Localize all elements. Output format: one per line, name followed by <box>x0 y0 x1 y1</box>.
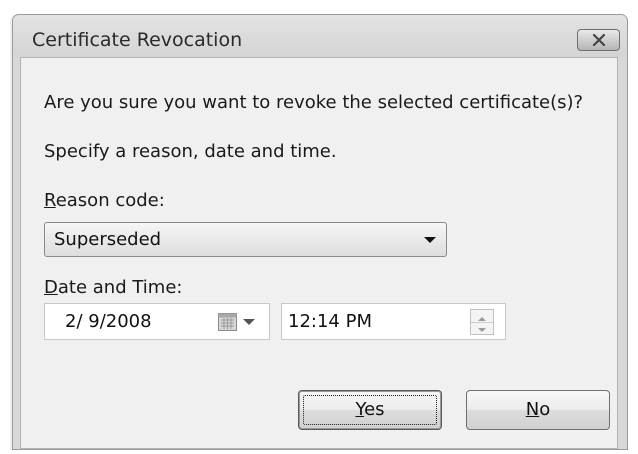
no-label: o <box>539 399 551 420</box>
chevron-down-icon <box>424 237 436 243</box>
reason-code-label: Reason code: <box>44 190 165 211</box>
date-value: 2/ 9/2008 <box>65 311 152 332</box>
spin-down-arrow-icon <box>478 328 486 332</box>
window-title: Certificate Revocation <box>32 29 243 51</box>
yes-button[interactable]: Yes <box>298 390 442 430</box>
date-picker[interactable]: 2/ 9/2008 <box>44 303 270 340</box>
close-icon <box>592 34 606 46</box>
calendar-dropdown-button[interactable] <box>217 312 265 332</box>
no-accelerator: N <box>525 399 540 420</box>
instruction-text: Specify a reason, date and time. <box>44 141 337 162</box>
focus-rectangle <box>303 395 437 425</box>
dialog-body: Are you sure you want to revoke the sele… <box>20 57 618 449</box>
no-button[interactable]: No <box>466 390 610 430</box>
reason-code-accelerator: R <box>44 190 56 211</box>
date-time-accelerator: D <box>44 277 58 298</box>
calendar-icon <box>218 313 255 331</box>
date-time-label: Date and Time: <box>44 277 182 298</box>
time-value: 12:14 PM <box>288 311 372 332</box>
certificate-revocation-dialog: Certificate Revocation Are you sure you … <box>12 14 628 450</box>
date-time-label-text: ate and Time: <box>57 277 183 298</box>
spin-down-button[interactable] <box>471 322 493 334</box>
title-bar[interactable]: Certificate Revocation <box>13 15 627 57</box>
reason-code-value: Superseded <box>54 229 162 250</box>
close-button[interactable] <box>577 29 620 51</box>
reason-code-dropdown[interactable]: Superseded <box>44 222 447 257</box>
time-picker[interactable]: 12:14 PM <box>281 303 506 340</box>
reason-code-label-text: eason code: <box>55 190 165 211</box>
time-spinner[interactable] <box>470 309 494 335</box>
confirmation-question: Are you sure you want to revoke the sele… <box>44 92 584 113</box>
